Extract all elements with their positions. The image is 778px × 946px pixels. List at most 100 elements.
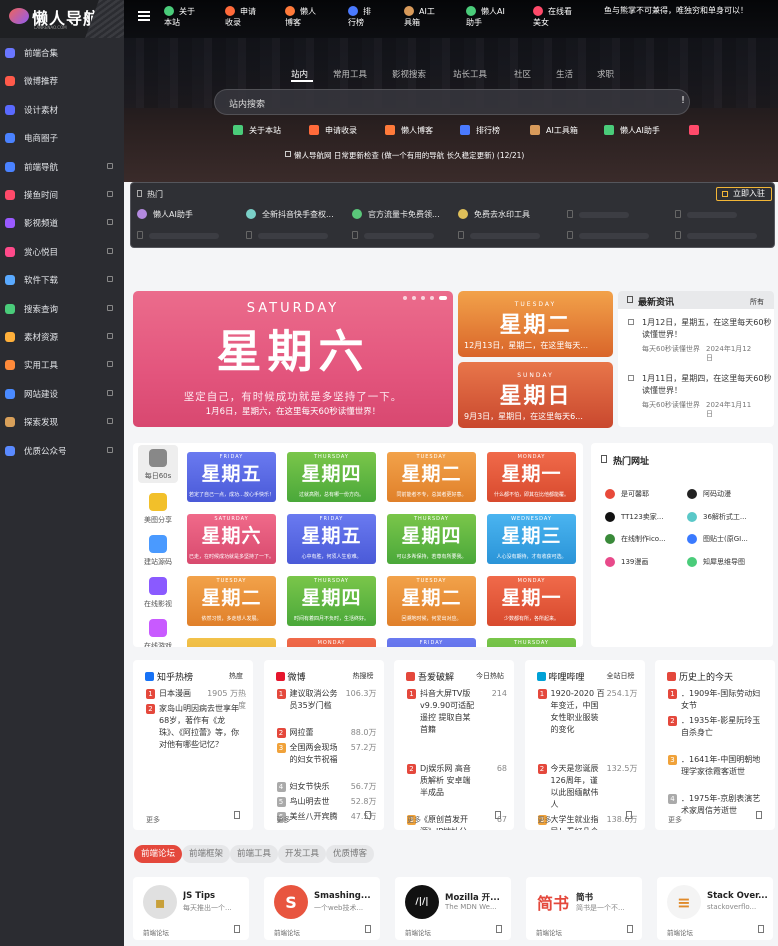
news-all-link[interactable]: 所有 bbox=[750, 297, 764, 307]
site-card-link-icon[interactable] bbox=[496, 925, 502, 933]
daily-tile[interactable]: MONDAY 星期一 少数都有所，各所起来。 bbox=[487, 576, 576, 626]
search-tab[interactable]: 站内 bbox=[291, 68, 308, 80]
expand-arrow-icon[interactable] bbox=[107, 418, 113, 425]
sidebar-item[interactable]: 赏心悦目 bbox=[0, 241, 124, 263]
daily-tile[interactable]: MONDAY 星期一 什么都不怕，即其在比他都能覆。 bbox=[487, 452, 576, 502]
search-tab[interactable]: 社区 bbox=[514, 68, 531, 80]
topnav-item[interactable]: 懒人 博客 bbox=[285, 6, 316, 30]
sidebar-item[interactable]: 电商圈子 bbox=[0, 127, 124, 149]
hot-site-link[interactable]: TT123卖家... bbox=[605, 511, 685, 523]
expand-arrow-icon[interactable] bbox=[107, 219, 113, 226]
tile-nav-item[interactable]: 建站源码 bbox=[138, 535, 178, 567]
trending-title[interactable]: 吾爱破解 bbox=[406, 670, 454, 683]
daily-tile[interactable]: TUESDAY 星期二 回溯地时候，何爱出对应。 bbox=[387, 576, 476, 626]
expand-arrow-icon[interactable] bbox=[107, 247, 113, 254]
sidebar-item[interactable]: 素材资源 bbox=[0, 326, 124, 348]
topnav-item[interactable]: 在线看 美女 bbox=[533, 6, 572, 30]
notice-text[interactable]: 懒人导航网 日常更新检查 (做一个有用的导航 长久稳定更新) (12/21) bbox=[284, 150, 524, 161]
more-link[interactable]: 更多 bbox=[668, 815, 682, 825]
category-tab[interactable]: 开发工具 bbox=[278, 845, 327, 863]
sidebar-item[interactable]: 摸鱼时间 bbox=[0, 184, 124, 206]
quick-link[interactable]: AI工具箱 bbox=[530, 124, 578, 136]
search-tab[interactable]: 影视搜索 bbox=[392, 68, 426, 80]
expand-arrow-icon[interactable] bbox=[107, 162, 113, 169]
hot-site-link[interactable]: 在线制作ico... bbox=[605, 533, 685, 545]
site-card[interactable]: /|/| Mozilla 开... The MDN We... 前端论坛 bbox=[395, 877, 511, 940]
sidebar-item[interactable]: 设计素材 bbox=[0, 99, 124, 121]
sidebar-item[interactable]: 实用工具 bbox=[0, 354, 124, 376]
topnav-item[interactable]: 排行榜 bbox=[348, 6, 371, 30]
expand-arrow-icon[interactable] bbox=[107, 389, 113, 396]
expand-arrow-icon[interactable] bbox=[107, 276, 113, 283]
more-icon[interactable] bbox=[234, 811, 240, 819]
more-icon[interactable] bbox=[364, 811, 371, 819]
hot-site-link[interactable]: 图贴士(原GI... bbox=[687, 533, 767, 545]
hot-link[interactable]: 全新抖音快手查权... bbox=[246, 207, 351, 221]
trending-title[interactable]: 哔哩哔哩 bbox=[536, 670, 585, 683]
tile-nav-item[interactable]: 每日60s bbox=[138, 445, 178, 483]
quick-link[interactable]: 申请收录 bbox=[309, 124, 357, 136]
topnav-item[interactable]: AI工 具箱 bbox=[404, 6, 435, 30]
sidebar-item[interactable]: 优质公众号 bbox=[0, 440, 124, 462]
daily-tile[interactable] bbox=[187, 638, 276, 647]
daily-card[interactable]: SUNDAY 星期日 9月3日，星期日，在这里每天6... bbox=[458, 362, 613, 428]
more-icon[interactable] bbox=[756, 811, 762, 819]
sidebar-item[interactable]: 网站建设 bbox=[0, 383, 124, 405]
daily-tile[interactable]: TUESDAY 星期二 同前能者不专，总其者更好意。 bbox=[387, 452, 476, 502]
sidebar-item[interactable]: 影视频道 bbox=[0, 212, 124, 234]
more-link[interactable]: 更多 bbox=[277, 815, 291, 825]
search-tab[interactable]: 站长工具 bbox=[453, 68, 487, 80]
daily-tile[interactable]: FRIDAY 星期五 心中有胜，何须人生愈难。 bbox=[287, 514, 376, 564]
quick-link[interactable]: 懒人博客 bbox=[385, 124, 433, 136]
tile-nav-item[interactable]: 在线游戏 bbox=[138, 619, 178, 647]
expand-arrow-icon[interactable] bbox=[107, 304, 113, 311]
quick-link[interactable]: 排行榜 bbox=[460, 124, 500, 136]
site-card-link-icon[interactable] bbox=[234, 925, 240, 933]
hot-site-link[interactable]: 阿码动漫 bbox=[687, 488, 767, 500]
site-card[interactable]: ▪ JS Tips 每天推出一个... 前端论坛 bbox=[133, 877, 249, 940]
search-tab[interactable]: 生活 bbox=[556, 68, 573, 80]
join-button[interactable]: 立即入驻 bbox=[716, 187, 772, 201]
search-tab[interactable]: 求职 bbox=[597, 68, 614, 80]
trending-title[interactable]: 历史上的今天 bbox=[667, 670, 733, 683]
hot-site-link[interactable]: 36解析式工... bbox=[687, 511, 767, 523]
sidebar-item[interactable]: 探索发现 bbox=[0, 411, 124, 433]
daily-tile[interactable]: FRIDAY 星期五 若定了自己一点，成功…放心手快乐！ bbox=[187, 452, 276, 502]
sidebar-item[interactable]: 前端导航 bbox=[0, 156, 124, 178]
site-card[interactable]: ≡ Stack Over... stackoverflo... 前端论坛 bbox=[657, 877, 773, 940]
more-icon[interactable] bbox=[625, 811, 632, 819]
more-link[interactable]: 更多 bbox=[538, 815, 552, 825]
tile-nav-item[interactable]: 在线影视 bbox=[138, 577, 178, 609]
daily-tile[interactable]: THURSDAY 星期四 时间有着四月不负时，生活终好。 bbox=[287, 576, 376, 626]
category-tab[interactable]: 前端工具 bbox=[230, 845, 279, 863]
hot-site-link[interactable]: 是可馨耶 bbox=[605, 488, 685, 500]
hot-site-link[interactable]: 139漫画 bbox=[605, 556, 685, 568]
quick-link[interactable]: 懒人AI助手 bbox=[604, 124, 660, 136]
sidebar-item[interactable]: 微博推荐 bbox=[0, 70, 124, 92]
site-card-link-icon[interactable] bbox=[627, 925, 633, 933]
trending-title[interactable]: 微博 bbox=[275, 670, 306, 683]
trending-title[interactable]: 知乎热榜 bbox=[145, 670, 193, 683]
topnav-item[interactable]: 关于 本站 bbox=[164, 6, 195, 30]
category-tab[interactable]: 前端框架 bbox=[182, 845, 231, 863]
expand-arrow-icon[interactable] bbox=[107, 361, 113, 368]
daily-tile[interactable]: TUESDAY 星期二 依然习惯，多走想人发展。 bbox=[187, 576, 276, 626]
search-input[interactable]: 站内搜索 ! bbox=[214, 89, 690, 115]
news-item-title[interactable]: 1月11日，星期四，在这里每天60秒读懂世界！ bbox=[642, 373, 772, 397]
more-icon[interactable] bbox=[495, 811, 501, 819]
daily-tile[interactable]: THURSDAY 星期四 可以多希保持，若尊有所要我。 bbox=[387, 514, 476, 564]
logo-area[interactable]: 懒人导航网 LANRENAO.COM bbox=[0, 0, 139, 38]
daily-banner[interactable]: SATURDAY 星期六 坚定自己，有时候成功就是多坚持了一下。 1月6日，星期… bbox=[133, 291, 453, 427]
site-card[interactable]: 简书 简书 简书是一个不... 前端论坛 bbox=[526, 877, 642, 940]
expand-arrow-icon[interactable] bbox=[107, 333, 113, 339]
daily-tile[interactable]: FRIDAY bbox=[387, 638, 476, 647]
hot-link[interactable]: 官方流量卡免费领... bbox=[352, 207, 457, 221]
category-tab[interactable]: 优质博客 bbox=[326, 845, 375, 863]
site-card[interactable]: S Smashing... 一个web技术... 前端论坛 bbox=[264, 877, 380, 940]
daily-tile[interactable]: THURSDAY bbox=[487, 638, 576, 647]
quick-link[interactable]: 关于本站 bbox=[233, 124, 281, 136]
news-item-title[interactable]: 1月12日，星期五，在这里每天60秒读懂世界！ bbox=[642, 317, 772, 341]
tile-nav-item[interactable]: 美图分享 bbox=[138, 493, 178, 525]
sidebar-item[interactable]: 前端合集 bbox=[0, 42, 124, 64]
daily-tile[interactable]: THURSDAY 星期四 过就高刚，总有哪一份方向。 bbox=[287, 452, 376, 502]
